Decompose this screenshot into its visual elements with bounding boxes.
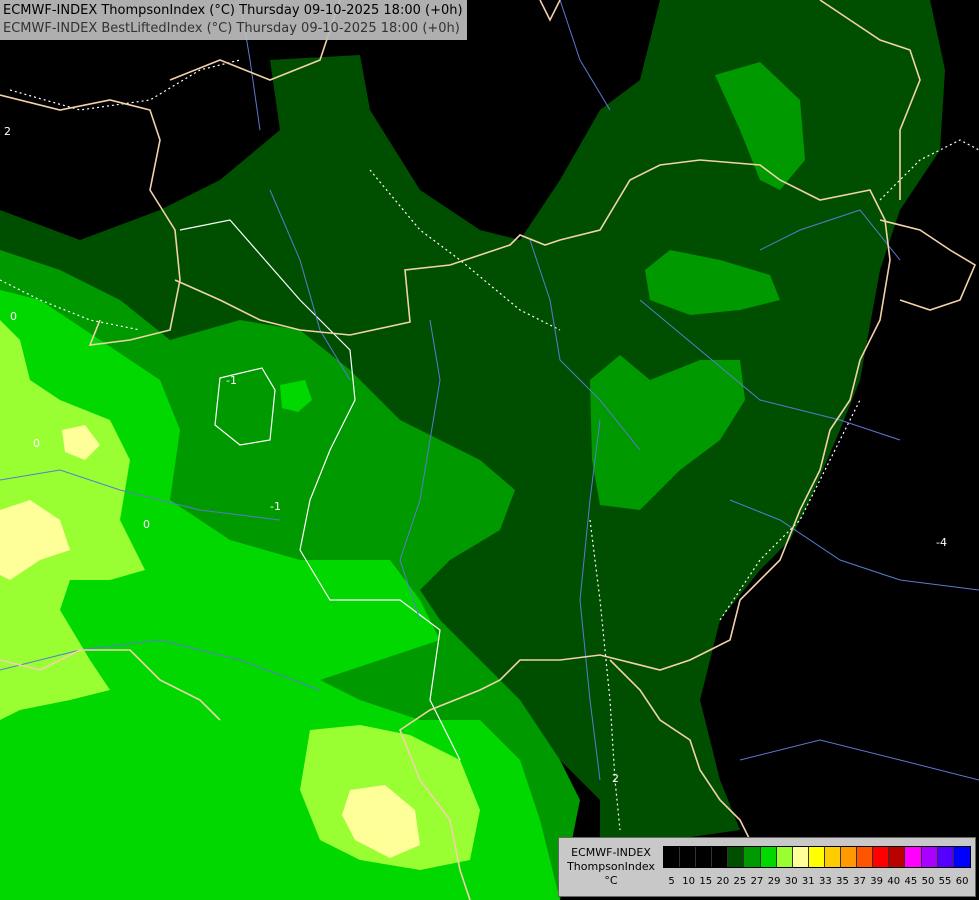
legend-tick-label: 39 bbox=[870, 876, 884, 887]
legend-tick-label: 20 bbox=[716, 876, 730, 887]
legend-swatch bbox=[857, 847, 874, 867]
legend-unit: °C bbox=[604, 874, 618, 887]
forecast-map[interactable]: 2 0 0 -1 0 2 -1 -4 bbox=[0, 0, 979, 900]
legend-swatch bbox=[841, 847, 858, 867]
legend-swatch bbox=[905, 847, 922, 867]
legend-tick-label: 50 bbox=[921, 876, 935, 887]
legend-swatch bbox=[728, 847, 745, 867]
legend-tick-label: 40 bbox=[887, 876, 901, 887]
isoline-label: 0 bbox=[10, 310, 17, 323]
legend-tick-label: 5 bbox=[668, 876, 675, 887]
legend-swatch bbox=[664, 847, 681, 867]
legend-swatch bbox=[760, 847, 777, 867]
legend-swatch bbox=[937, 847, 954, 867]
legend-parameter: ThompsonIndex bbox=[567, 860, 655, 873]
legend-tick-label: 45 bbox=[904, 876, 918, 887]
legend-tick-label: 29 bbox=[767, 876, 781, 887]
legend-tick-label: 27 bbox=[750, 876, 764, 887]
isoline-label: 0 bbox=[143, 518, 150, 531]
color-legend: ECMWF-INDEX ThompsonIndex °C 5 10 15 20 25 27… bbox=[558, 837, 976, 897]
legend-tick-label: 15 bbox=[699, 876, 713, 887]
legend-swatch bbox=[889, 847, 906, 867]
legend-swatch bbox=[921, 847, 938, 867]
legend-swatch bbox=[953, 847, 970, 867]
legend-tick-label: 10 bbox=[682, 876, 695, 887]
isoline-label: 2 bbox=[4, 125, 11, 138]
legend-swatch bbox=[680, 847, 697, 867]
legend-tick-label: 37 bbox=[853, 876, 866, 887]
legend-tick-label: 35 bbox=[836, 876, 849, 887]
legend-swatch bbox=[873, 847, 890, 867]
isoline-label: 0 bbox=[33, 437, 40, 450]
legend-ticks: 5 10 15 20 25 27 29 30 31 33 35 37 39 40 45 50 55 60 bbox=[663, 876, 971, 887]
legend-swatch bbox=[712, 847, 729, 867]
legend-title: ECMWF-INDEX ThompsonIndex °C bbox=[563, 846, 659, 888]
isoline-label: 2 bbox=[612, 772, 619, 785]
legend-tick-label: 33 bbox=[819, 876, 832, 887]
legend-swatch bbox=[808, 847, 825, 867]
isoline-label: -1 bbox=[226, 374, 237, 387]
isoline-label: -1 bbox=[270, 500, 281, 513]
legend-tick-label: 25 bbox=[733, 876, 747, 887]
legend-tick-label: 30 bbox=[784, 876, 798, 887]
legend-swatch bbox=[776, 847, 793, 867]
legend-tick-label: 60 bbox=[955, 876, 969, 887]
legend-swatch bbox=[792, 847, 809, 867]
title-line-lifted-index: ECMWF-INDEX BestLiftedIndex (°C) Thursda… bbox=[3, 21, 460, 36]
legend-swatches bbox=[663, 846, 971, 868]
legend-swatch bbox=[824, 847, 842, 867]
legend-swatch bbox=[744, 847, 761, 867]
legend-tick-label: 31 bbox=[801, 876, 815, 887]
legend-source: ECMWF-INDEX bbox=[571, 846, 651, 859]
legend-swatch bbox=[696, 847, 713, 867]
legend-tick-label: 55 bbox=[938, 876, 952, 887]
map-title: ECMWF-INDEX ThompsonIndex (°C) Thursday … bbox=[0, 0, 467, 40]
title-line-thompson: ECMWF-INDEX ThompsonIndex (°C) Thursday … bbox=[3, 3, 463, 18]
isoline-label: -4 bbox=[936, 536, 947, 549]
